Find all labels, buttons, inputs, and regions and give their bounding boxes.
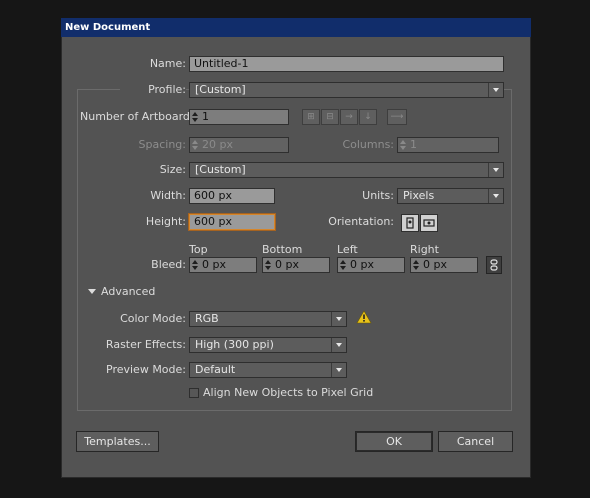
preview-mode-value: Default	[195, 363, 236, 376]
stepper-up-icon[interactable]	[413, 260, 419, 264]
advanced-toggle[interactable]: Advanced	[101, 284, 155, 300]
align-pixel-grid-label[interactable]: Align New Objects to Pixel Grid	[203, 385, 373, 401]
right-to-left-icon[interactable]: ⟶	[387, 109, 407, 125]
raster-effects-value: High (300 ppi)	[195, 338, 274, 351]
dialog-title: New Document	[61, 18, 531, 37]
profile-select[interactable]: [Custom]	[189, 82, 504, 98]
chevron-down-icon	[331, 338, 346, 352]
stepper-up-icon[interactable]	[192, 260, 198, 264]
height-field[interactable]: 600 px	[189, 214, 275, 230]
chevron-down-icon	[488, 163, 503, 177]
bleed-left-stepper[interactable]: 0 px	[337, 257, 405, 273]
bleed-top-stepper[interactable]: 0 px	[189, 257, 257, 273]
stepper-down-icon[interactable]	[413, 266, 419, 270]
bleed-right-stepper[interactable]: 0 px	[410, 257, 478, 273]
bleed-left-label: Left	[337, 243, 358, 256]
cancel-button[interactable]: Cancel	[438, 431, 513, 452]
stepper-down-icon[interactable]	[265, 266, 271, 270]
bleed-bottom-value: 0 px	[275, 258, 299, 271]
height-label: Height:	[145, 215, 186, 228]
stepper-down-icon[interactable]	[340, 266, 346, 270]
stepper-up-icon[interactable]	[400, 140, 406, 144]
stepper-up-icon[interactable]	[192, 112, 198, 116]
bleed-left-value: 0 px	[350, 258, 374, 271]
raster-effects-label: Raster Effects:	[105, 338, 186, 351]
units-select-value: Pixels	[403, 189, 435, 202]
columns-stepper[interactable]: 1	[397, 137, 499, 153]
orientation-label: Orientation:	[328, 215, 394, 228]
bleed-bottom-label: Bottom	[262, 243, 303, 256]
templates-button[interactable]: Templates...	[76, 431, 159, 452]
portrait-icon[interactable]	[401, 214, 419, 232]
stepper-up-icon[interactable]	[340, 260, 346, 264]
columns-value: 1	[410, 138, 417, 151]
name-field[interactable]: Untitled-1	[189, 56, 504, 72]
arrange-by-row-icon[interactable]: →	[340, 109, 358, 125]
raster-effects-select[interactable]: High (300 ppi)	[189, 337, 347, 353]
align-pixel-grid-checkbox[interactable]	[189, 388, 199, 398]
chevron-down-icon	[331, 363, 346, 377]
landscape-icon[interactable]	[420, 214, 438, 232]
units-select[interactable]: Pixels	[397, 188, 504, 204]
color-mode-select[interactable]: RGB	[189, 311, 347, 327]
color-mode-label: Color Mode:	[120, 312, 186, 325]
stepper-down-icon[interactable]	[192, 266, 198, 270]
bleed-top-value: 0 px	[202, 258, 226, 271]
width-label: Width:	[150, 189, 186, 202]
bleed-top-label: Top	[189, 243, 208, 256]
disclosure-triangle-icon[interactable]	[88, 289, 96, 294]
bleed-label: Bleed:	[151, 258, 186, 271]
stepper-up-icon[interactable]	[265, 260, 271, 264]
artboards-value: 1	[202, 110, 209, 123]
stepper-down-icon[interactable]	[400, 146, 406, 150]
chevron-down-icon	[488, 189, 503, 203]
bleed-bottom-stepper[interactable]: 0 px	[262, 257, 330, 273]
size-label: Size:	[159, 163, 186, 176]
spacing-label: Spacing:	[138, 138, 186, 151]
spacing-stepper[interactable]: 20 px	[189, 137, 289, 153]
ok-button[interactable]: OK	[355, 431, 433, 452]
artboards-label: Number of Artboards:	[80, 110, 200, 123]
grid-by-row-icon[interactable]: ⊞	[302, 109, 320, 125]
artboards-stepper[interactable]: 1	[189, 109, 289, 125]
preview-mode-label: Preview Mode:	[106, 363, 186, 376]
arrange-by-column-icon[interactable]: ↓	[359, 109, 377, 125]
chevron-down-icon	[488, 83, 503, 97]
stepper-up-icon[interactable]	[192, 140, 198, 144]
name-label: Name:	[149, 57, 186, 70]
stepper-down-icon[interactable]	[192, 146, 198, 150]
preview-mode-select[interactable]: Default	[189, 362, 347, 378]
columns-label: Columns:	[342, 138, 394, 151]
units-label: Units:	[362, 189, 394, 202]
bleed-right-value: 0 px	[423, 258, 447, 271]
profile-select-value: [Custom]	[195, 83, 246, 96]
bleed-right-label: Right	[410, 243, 439, 256]
width-field[interactable]: 600 px	[189, 188, 275, 204]
size-select-value: [Custom]	[195, 163, 246, 176]
spacing-value: 20 px	[202, 138, 233, 151]
warning-icon[interactable]	[356, 310, 372, 324]
profile-label: Profile:	[120, 82, 186, 98]
grid-by-column-icon[interactable]: ⊟	[321, 109, 339, 125]
chevron-down-icon	[331, 312, 346, 326]
link-icon[interactable]	[486, 256, 502, 274]
size-select[interactable]: [Custom]	[189, 162, 504, 178]
color-mode-value: RGB	[195, 312, 219, 325]
stepper-down-icon[interactable]	[192, 118, 198, 122]
